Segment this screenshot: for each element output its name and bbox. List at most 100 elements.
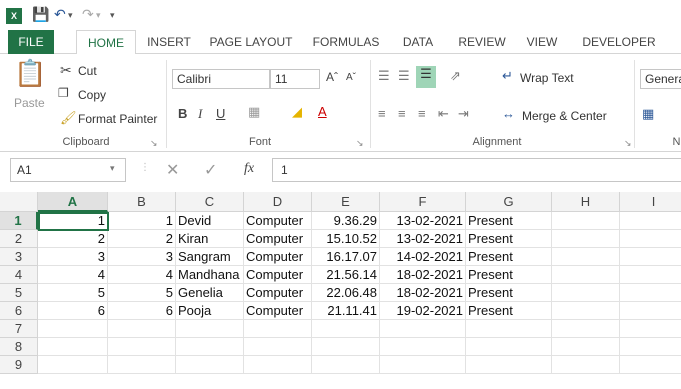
cell-f9[interactable] bbox=[380, 356, 466, 374]
cancel-entry-icon[interactable]: ✕ bbox=[166, 160, 179, 180]
bold-icon[interactable]: B bbox=[178, 106, 187, 121]
italic-icon[interactable]: I bbox=[198, 106, 202, 122]
align-bottom-icon[interactable]: ☰ bbox=[416, 66, 436, 88]
alignment-launcher-icon[interactable]: ↘ bbox=[624, 138, 632, 149]
spreadsheet-grid[interactable]: A B C D E F G H I 1 2 3 4 5 6 7 8 9 1 1 De… bbox=[0, 192, 681, 389]
tab-home[interactable]: HOME bbox=[76, 30, 136, 55]
cell-c1[interactable]: Devid bbox=[176, 212, 244, 230]
cell-d8[interactable] bbox=[244, 338, 312, 356]
paste-button[interactable]: Paste bbox=[14, 96, 45, 110]
cut-button[interactable]: Cut bbox=[78, 64, 97, 78]
cell-f6[interactable]: 19-02-2021 bbox=[380, 302, 466, 320]
cell-a8[interactable] bbox=[38, 338, 108, 356]
cell-f2[interactable]: 13-02-2021 bbox=[380, 230, 466, 248]
grow-font-icon[interactable]: Aˆ bbox=[326, 70, 338, 84]
formula-input[interactable]: 1 bbox=[272, 158, 681, 182]
name-box[interactable]: A1 bbox=[10, 158, 126, 182]
cell-c7[interactable] bbox=[176, 320, 244, 338]
cell-i1[interactable] bbox=[620, 212, 681, 230]
format-painter-icon[interactable]: 🖌 bbox=[60, 110, 77, 126]
cell-h7[interactable] bbox=[552, 320, 620, 338]
cell-d5[interactable]: Computer bbox=[244, 284, 312, 302]
cell-f3[interactable]: 14-02-2021 bbox=[380, 248, 466, 266]
column-header-e[interactable]: E bbox=[312, 192, 380, 212]
cut-icon[interactable]: ✂ bbox=[60, 62, 72, 79]
cell-d3[interactable]: Computer bbox=[244, 248, 312, 266]
tab-file[interactable]: FILE bbox=[8, 30, 54, 54]
cell-h3[interactable] bbox=[552, 248, 620, 266]
cell-b3[interactable]: 3 bbox=[108, 248, 176, 266]
insert-function-icon[interactable]: fx bbox=[244, 161, 254, 177]
merge-center-button[interactable]: Merge & Center bbox=[522, 109, 607, 123]
cell-g2[interactable]: Present bbox=[466, 230, 552, 248]
cell-a1[interactable]: 1 bbox=[38, 212, 108, 230]
column-header-g[interactable]: G bbox=[466, 192, 552, 212]
confirm-entry-icon[interactable]: ✓ bbox=[204, 160, 217, 180]
font-color-icon[interactable]: A bbox=[318, 104, 327, 119]
cell-f7[interactable] bbox=[380, 320, 466, 338]
cell-d9[interactable] bbox=[244, 356, 312, 374]
format-painter-button[interactable]: Format Painter bbox=[78, 112, 157, 126]
align-left-icon[interactable]: ≡ bbox=[378, 106, 386, 121]
cell-g9[interactable] bbox=[466, 356, 552, 374]
cell-b5[interactable]: 5 bbox=[108, 284, 176, 302]
cell-b8[interactable] bbox=[108, 338, 176, 356]
cell-a3[interactable]: 3 bbox=[38, 248, 108, 266]
name-box-dropdown-icon[interactable]: ▾ bbox=[110, 163, 115, 174]
cell-c6[interactable]: Pooja bbox=[176, 302, 244, 320]
cell-d4[interactable]: Computer bbox=[244, 266, 312, 284]
borders-icon[interactable]: ▦ bbox=[248, 104, 260, 120]
cell-e9[interactable] bbox=[312, 356, 380, 374]
cell-h1[interactable] bbox=[552, 212, 620, 230]
row-header[interactable]: 7 bbox=[0, 320, 38, 338]
cell-f8[interactable] bbox=[380, 338, 466, 356]
cell-g3[interactable]: Present bbox=[466, 248, 552, 266]
align-top-icon[interactable]: ☰ bbox=[378, 68, 390, 84]
cell-b4[interactable]: 4 bbox=[108, 266, 176, 284]
tab-formulas[interactable]: FORMULAS bbox=[308, 30, 384, 54]
wrap-text-button[interactable]: Wrap Text bbox=[520, 71, 574, 85]
row-header[interactable]: 2 bbox=[0, 230, 38, 248]
cell-b9[interactable] bbox=[108, 356, 176, 374]
redo-dropdown-icon[interactable]: ▾ bbox=[96, 10, 101, 21]
cell-e6[interactable]: 21.11.41 bbox=[312, 302, 380, 320]
align-middle-icon[interactable]: ☰ bbox=[398, 68, 410, 84]
cell-g8[interactable] bbox=[466, 338, 552, 356]
cell-i8[interactable] bbox=[620, 338, 681, 356]
accounting-format-icon[interactable]: ▦ bbox=[642, 106, 654, 122]
number-format-select[interactable]: Genera bbox=[640, 69, 681, 89]
row-header[interactable]: 5 bbox=[0, 284, 38, 302]
fill-color-icon[interactable]: ◢ bbox=[292, 104, 302, 120]
cell-h5[interactable] bbox=[552, 284, 620, 302]
undo-dropdown-icon[interactable]: ▾ bbox=[68, 10, 73, 21]
cell-i3[interactable] bbox=[620, 248, 681, 266]
row-header[interactable]: 3 bbox=[0, 248, 38, 266]
row-header[interactable]: 8 bbox=[0, 338, 38, 356]
cell-e3[interactable]: 16.17.07 bbox=[312, 248, 380, 266]
tab-developer[interactable]: DEVELOPER bbox=[576, 30, 662, 54]
tab-review[interactable]: REVIEW bbox=[452, 30, 512, 54]
cell-b2[interactable]: 2 bbox=[108, 230, 176, 248]
merge-center-icon[interactable]: ↔ bbox=[502, 106, 515, 121]
column-header-c[interactable]: C bbox=[176, 192, 244, 212]
select-all-corner[interactable] bbox=[0, 192, 38, 212]
cell-d6[interactable]: Computer bbox=[244, 302, 312, 320]
cell-i6[interactable] bbox=[620, 302, 681, 320]
copy-button[interactable]: Copy bbox=[78, 88, 106, 102]
clipboard-launcher-icon[interactable]: ↘ bbox=[150, 138, 158, 149]
row-header[interactable]: 9 bbox=[0, 356, 38, 374]
cell-d2[interactable]: Computer bbox=[244, 230, 312, 248]
font-size-select[interactable]: 11 bbox=[270, 69, 320, 89]
save-icon[interactable]: 💾 bbox=[32, 6, 49, 23]
cell-i9[interactable] bbox=[620, 356, 681, 374]
row-header[interactable]: 6 bbox=[0, 302, 38, 320]
cell-c3[interactable]: Sangram bbox=[176, 248, 244, 266]
column-header-a[interactable]: A bbox=[38, 192, 108, 212]
cell-i7[interactable] bbox=[620, 320, 681, 338]
cell-a6[interactable]: 6 bbox=[38, 302, 108, 320]
cell-a4[interactable]: 4 bbox=[38, 266, 108, 284]
cell-b7[interactable] bbox=[108, 320, 176, 338]
undo-icon[interactable]: ↶ bbox=[54, 6, 66, 23]
column-header-h[interactable]: H bbox=[552, 192, 620, 212]
cell-h6[interactable] bbox=[552, 302, 620, 320]
